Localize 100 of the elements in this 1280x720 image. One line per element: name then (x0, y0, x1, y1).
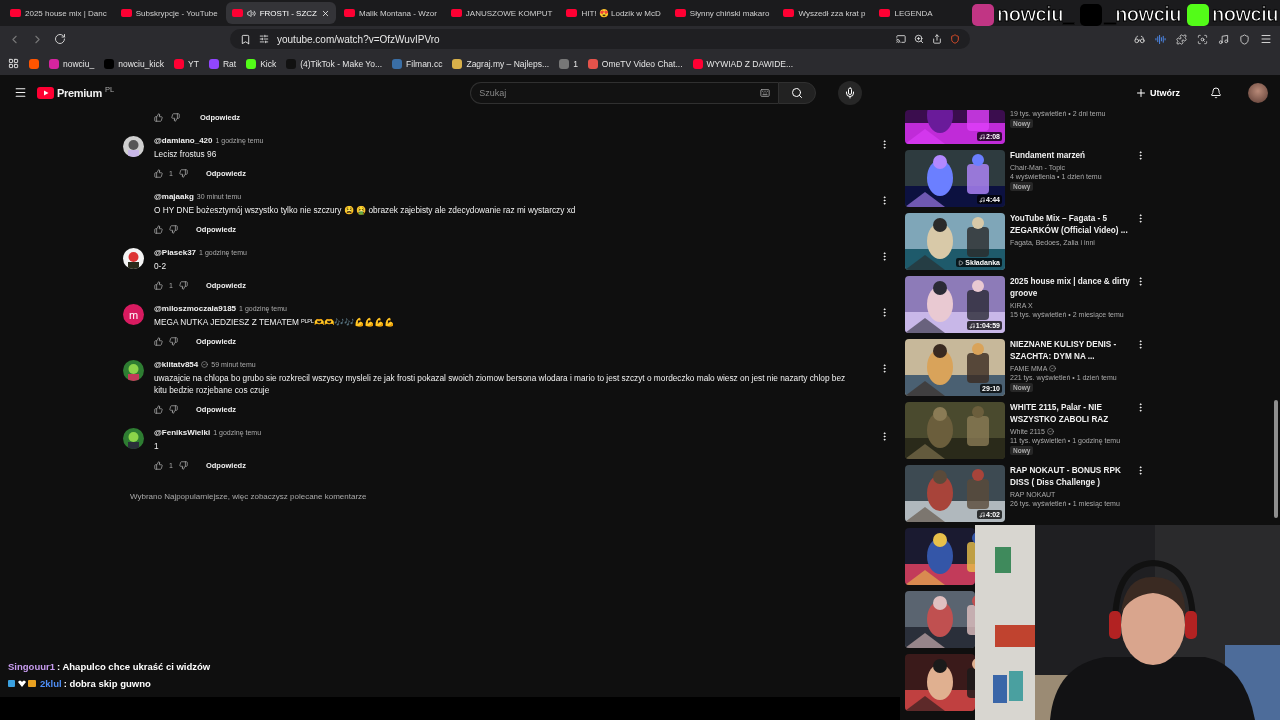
youtube-icon (231, 9, 243, 17)
user-avatar[interactable]: m (123, 304, 144, 325)
search-button[interactable] (778, 81, 817, 104)
youtube-icon (879, 9, 891, 17)
like-icon[interactable] (154, 168, 163, 178)
browser-tab[interactable]: FROSTI - SZCZ (225, 2, 336, 24)
logo-text: Premium (57, 86, 102, 99)
comment-author[interactable]: @damiano_420 (154, 136, 213, 145)
dislike-icon[interactable] (169, 404, 178, 414)
plus-icon (1135, 86, 1147, 99)
bookmark-link[interactable]: 1 (573, 58, 578, 69)
video-title[interactable]: YouTube Mix – Fagata - 5 ZEGARKÓW (Official Video) ... (1010, 213, 1138, 237)
bookmark-icon (692, 58, 703, 69)
youtube-icon (783, 9, 795, 17)
share-icon[interactable] (932, 34, 942, 44)
shield-icon[interactable] (950, 34, 960, 44)
dislike-icon[interactable] (178, 460, 188, 470)
dislike-icon[interactable] (171, 112, 180, 122)
notifications-icon[interactable] (1210, 86, 1222, 99)
bookmark-link[interactable]: Kick (260, 58, 277, 69)
comment-author[interactable]: @miloszmoczala9185 (154, 304, 237, 313)
shield-icon[interactable] (1239, 33, 1250, 45)
comment-author[interactable]: @Piasek37 (154, 248, 197, 257)
comment-text: uwazajcie na chlopa bo grubo sie rozkrecil wszyscy mysleli ze jak frosti pokazal swoich ziomow bersona wlodara i mario to jest szczyt o mordeczko malo wiesz on jest nie nazarty chlop bez kitu bedzie rozjebane cos czuje (154, 372, 847, 396)
browser-tab[interactable]: HIT! 😍 Lodzik w McD (560, 2, 667, 24)
social-handle: _nowciu (1104, 3, 1182, 26)
bookmark-icon[interactable] (29, 58, 39, 69)
like-icon[interactable] (154, 404, 163, 414)
scrollbar-thumb[interactable] (1274, 400, 1278, 518)
bookmark-icon (452, 58, 463, 69)
browser-tab[interactable]: Słynny chiński makaro (668, 2, 776, 24)
account-avatar[interactable] (1248, 82, 1268, 103)
bookmark-icon (559, 58, 570, 69)
youtube-logo-icon (37, 86, 54, 99)
chat-message: : Ahapulco chce ukraść ci widzów (57, 661, 211, 672)
search-field[interactable]: Szukaj (470, 81, 779, 104)
bookmark-icon (174, 58, 184, 69)
bookmark-link[interactable]: nowciu_ (63, 58, 95, 69)
browser-tab[interactable]: LEGENDA (873, 2, 939, 24)
keyboard-icon[interactable] (760, 87, 771, 98)
video-title[interactable]: NIEZNANE KULISY DENIS - SZACHTA: DYM NA ... (1010, 339, 1138, 363)
youtube-icon (344, 9, 355, 17)
extensions-icon[interactable] (1176, 33, 1187, 45)
address-bar[interactable]: youtube.com/watch?v=OfzWuvIPVro (230, 29, 970, 49)
close-icon[interactable] (321, 8, 330, 18)
like-icon[interactable] (154, 224, 163, 234)
browser-tab[interactable]: JANUSZOWE KOMPUT (444, 2, 559, 24)
voice-search-button[interactable] (838, 80, 863, 105)
dislike-icon[interactable] (169, 336, 178, 346)
bookmark-link[interactable]: Zagraj.my – Najleps... (466, 58, 550, 69)
chat-username: 2klul (40, 678, 62, 689)
video-title[interactable]: Fundament marzeń (1010, 150, 1138, 162)
site-settings-icon[interactable] (259, 34, 269, 44)
bookmark-link[interactable]: WYWIAD Z DAWIDE... (706, 58, 794, 69)
bookmark-link[interactable]: OmeTV Video Chat... (601, 58, 683, 69)
bookmark-link[interactable]: YT (188, 58, 199, 69)
bookmark-icon[interactable] (240, 33, 251, 45)
create-button[interactable]: Utwórz (1129, 81, 1186, 104)
music-icon[interactable] (1218, 33, 1229, 45)
screenshot-icon[interactable] (1197, 33, 1208, 45)
browser-tab[interactable]: Malik Montana - Wzor (338, 2, 443, 24)
reload-icon[interactable] (54, 33, 66, 45)
comment-text: MEGA NUTKA JEDZIESZ Z TEMATEM ᴾᴸᴾᴸ🫶🫶🎶🎶💪💪💪💪 (154, 316, 395, 328)
bookmark-link[interactable]: nowciu_kick (118, 58, 164, 69)
bookmark-icon (392, 58, 403, 69)
comment-text: 1 (154, 440, 160, 452)
chat-username: Singouur1 (8, 661, 55, 672)
video-title[interactable]: RAP NOKAUT - BONUS RPK DISS ( Diss Challenge ) (1010, 465, 1138, 489)
video-title[interactable]: 2025 house mix | dance & dirty groove (1010, 276, 1138, 300)
browser-tab[interactable]: Subskrypcje - YouTube (114, 2, 224, 24)
menu-icon[interactable] (1260, 33, 1272, 45)
menu-icon[interactable] (14, 86, 27, 99)
comment-author[interactable]: @FeniksWielki (154, 428, 211, 437)
comment-text: 0-2 (154, 260, 167, 272)
bookmark-icon (286, 58, 297, 69)
speaker-icon (246, 8, 256, 18)
comment-author[interactable]: @klitatv854 (154, 360, 199, 369)
bookmark-link[interactable]: (4)TikTok - Make Yo... (300, 58, 383, 69)
youtube-icon (450, 9, 462, 17)
apps-icon[interactable] (8, 58, 19, 69)
bookmark-link[interactable]: Rat (222, 58, 237, 69)
dislike-icon[interactable] (178, 280, 188, 290)
sort-note: Wybrano Najpopularniejsze, więc zobaczysz polecane komentarze (129, 492, 368, 501)
bookmark-link[interactable]: Filman.cc (406, 58, 443, 69)
glasses-icon[interactable] (1134, 33, 1145, 45)
browser-tab[interactable]: Wyszedł zza krat p (777, 2, 872, 24)
like-icon[interactable] (154, 336, 163, 346)
video-title[interactable]: WHITE 2115, Palar - NIE WSZYSTKO ZABOLI RAZ (1010, 402, 1138, 426)
cast-icon[interactable] (896, 34, 906, 44)
youtube-icon (566, 9, 578, 17)
audio-icon[interactable] (1155, 33, 1166, 45)
dislike-icon[interactable] (169, 224, 178, 234)
like-icon[interactable] (154, 280, 163, 290)
like-icon[interactable] (154, 460, 163, 470)
dislike-icon[interactable] (178, 168, 188, 178)
browser-tab[interactable]: 2025 house mix | Danc (4, 2, 113, 24)
comment-author[interactable]: @majaakg (154, 192, 194, 201)
like-icon[interactable] (154, 112, 163, 122)
zoom-icon[interactable] (914, 34, 924, 44)
youtube-icon (10, 9, 21, 17)
